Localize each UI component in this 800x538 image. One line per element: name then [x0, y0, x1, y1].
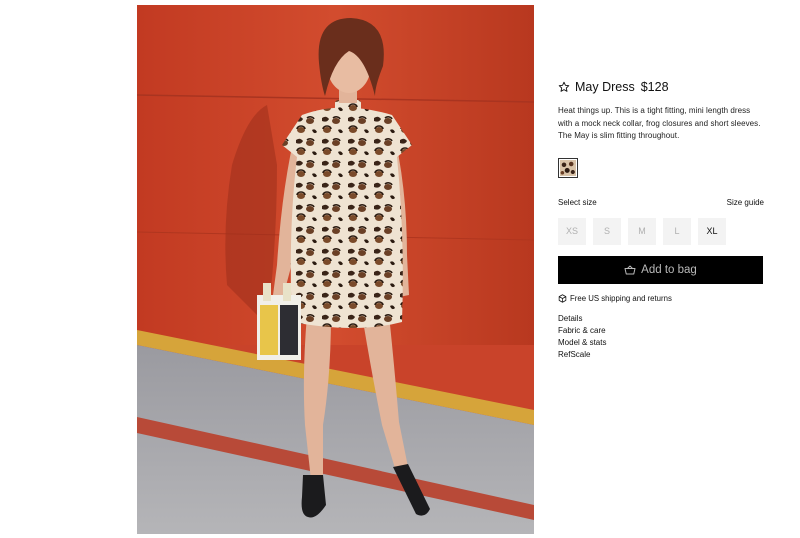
product-image	[137, 5, 534, 534]
refscale-link[interactable]: RefScale	[558, 349, 764, 361]
color-swatch-leopard[interactable]	[558, 157, 578, 178]
star-outline-icon[interactable]	[558, 81, 570, 93]
add-to-bag-label: Add to bag	[641, 263, 697, 276]
size-option-xl[interactable]: XL	[698, 217, 726, 245]
model-stats-link[interactable]: Model & stats	[558, 337, 764, 349]
size-header: Select size Size guide	[558, 198, 764, 208]
size-options: XS S M L XL	[558, 217, 764, 245]
leopard-pattern-icon	[560, 159, 576, 176]
product-price: $128	[640, 80, 669, 94]
product-title-row: May Dress $128	[558, 78, 764, 96]
add-to-bag-button[interactable]: Add to bag	[558, 255, 763, 284]
size-guide-link[interactable]: Size guide	[727, 198, 764, 207]
basket-icon	[624, 265, 636, 275]
size-option-m[interactable]: M	[628, 217, 656, 245]
product-description: Heat things up. This is a tight fitting,…	[558, 106, 761, 140]
product-links: Details Fabric & care Model & stats RefS…	[558, 313, 764, 361]
fabric-care-link[interactable]: Fabric & care	[558, 325, 764, 337]
box-icon	[558, 293, 567, 303]
size-option-xs[interactable]: XS	[558, 217, 586, 245]
details-link[interactable]: Details	[558, 313, 764, 325]
size-option-s[interactable]: S	[593, 217, 621, 245]
model-photo-illustration	[137, 5, 534, 534]
product-name: May Dress	[575, 80, 635, 94]
shipping-text: Free US shipping and returns	[570, 293, 672, 303]
shipping-info: Free US shipping and returns	[558, 293, 764, 304]
select-size-label: Select size	[558, 198, 597, 207]
product-info-panel: May Dress $128 Heat things up. This is a…	[558, 78, 764, 361]
size-option-l[interactable]: L	[663, 217, 691, 245]
